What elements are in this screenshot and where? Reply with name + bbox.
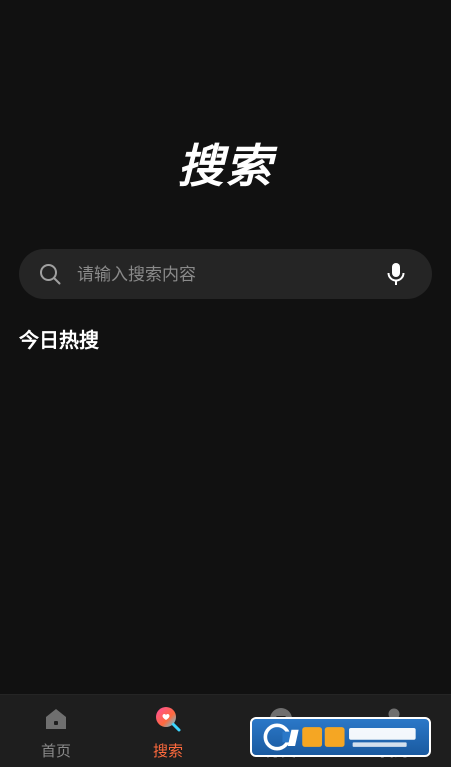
tab-search[interactable]: 搜索	[112, 695, 224, 767]
home-icon	[46, 709, 66, 729]
microphone-icon[interactable]	[386, 262, 406, 286]
tab-home-label: 首页	[40, 742, 71, 760]
search-tab-icon	[156, 707, 181, 732]
watermark-logo	[250, 717, 431, 757]
search-bar[interactable]	[19, 249, 432, 301]
tab-home[interactable]: 首页	[0, 695, 112, 767]
tab-search-label: 搜索	[152, 742, 183, 760]
search-input[interactable]	[75, 249, 369, 301]
page-title: 搜索	[177, 139, 274, 193]
hot-search-title: 今日热搜	[19, 328, 99, 352]
search-icon	[40, 264, 61, 285]
